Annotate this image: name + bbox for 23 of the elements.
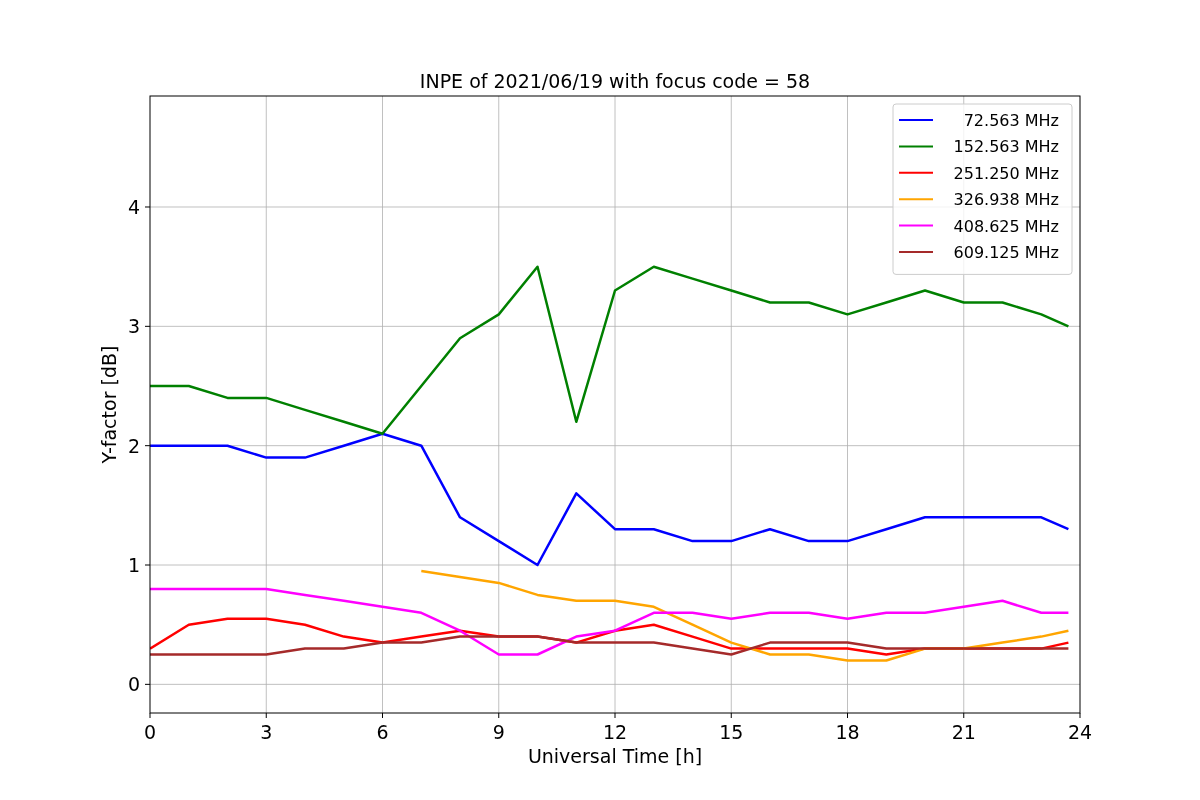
x-tick-label: 6 [376, 721, 389, 743]
x-tick-label: 15 [719, 721, 744, 743]
legend-label: 609.125 MHz [953, 243, 1059, 262]
legend-label: 326.938 MHz [953, 190, 1059, 210]
x-tick-label: 3 [260, 721, 273, 743]
y-tick-label: 2 [127, 434, 140, 457]
x-tick-label: 0 [143, 721, 157, 743]
x-tick-label: 9 [492, 721, 505, 743]
y-tick-label: 4 [127, 196, 140, 218]
y-tick-label: 0 [127, 673, 140, 696]
x-axis-label: Universal Time [h] [527, 745, 703, 767]
y-axis-label: Y-factor [dB] [98, 345, 120, 464]
y-tick-label: 1 [127, 554, 140, 576]
legend-label: 72.563 MHz [963, 111, 1059, 130]
x-tick-label: 21 [951, 721, 976, 743]
legend-label: 408.625 MHz [953, 216, 1059, 236]
legend-label: 152.563 MHz [953, 137, 1059, 157]
x-tick-label: 24 [1067, 721, 1093, 743]
x-tick-label: 12 [602, 721, 628, 743]
legend-label: 251.250 MHz [953, 163, 1059, 183]
y-tick-label: 3 [127, 315, 140, 338]
chart-title: INPE of 2021/06/19 with focus code = 58 [419, 70, 811, 92]
x-tick-label: 18 [835, 721, 860, 743]
